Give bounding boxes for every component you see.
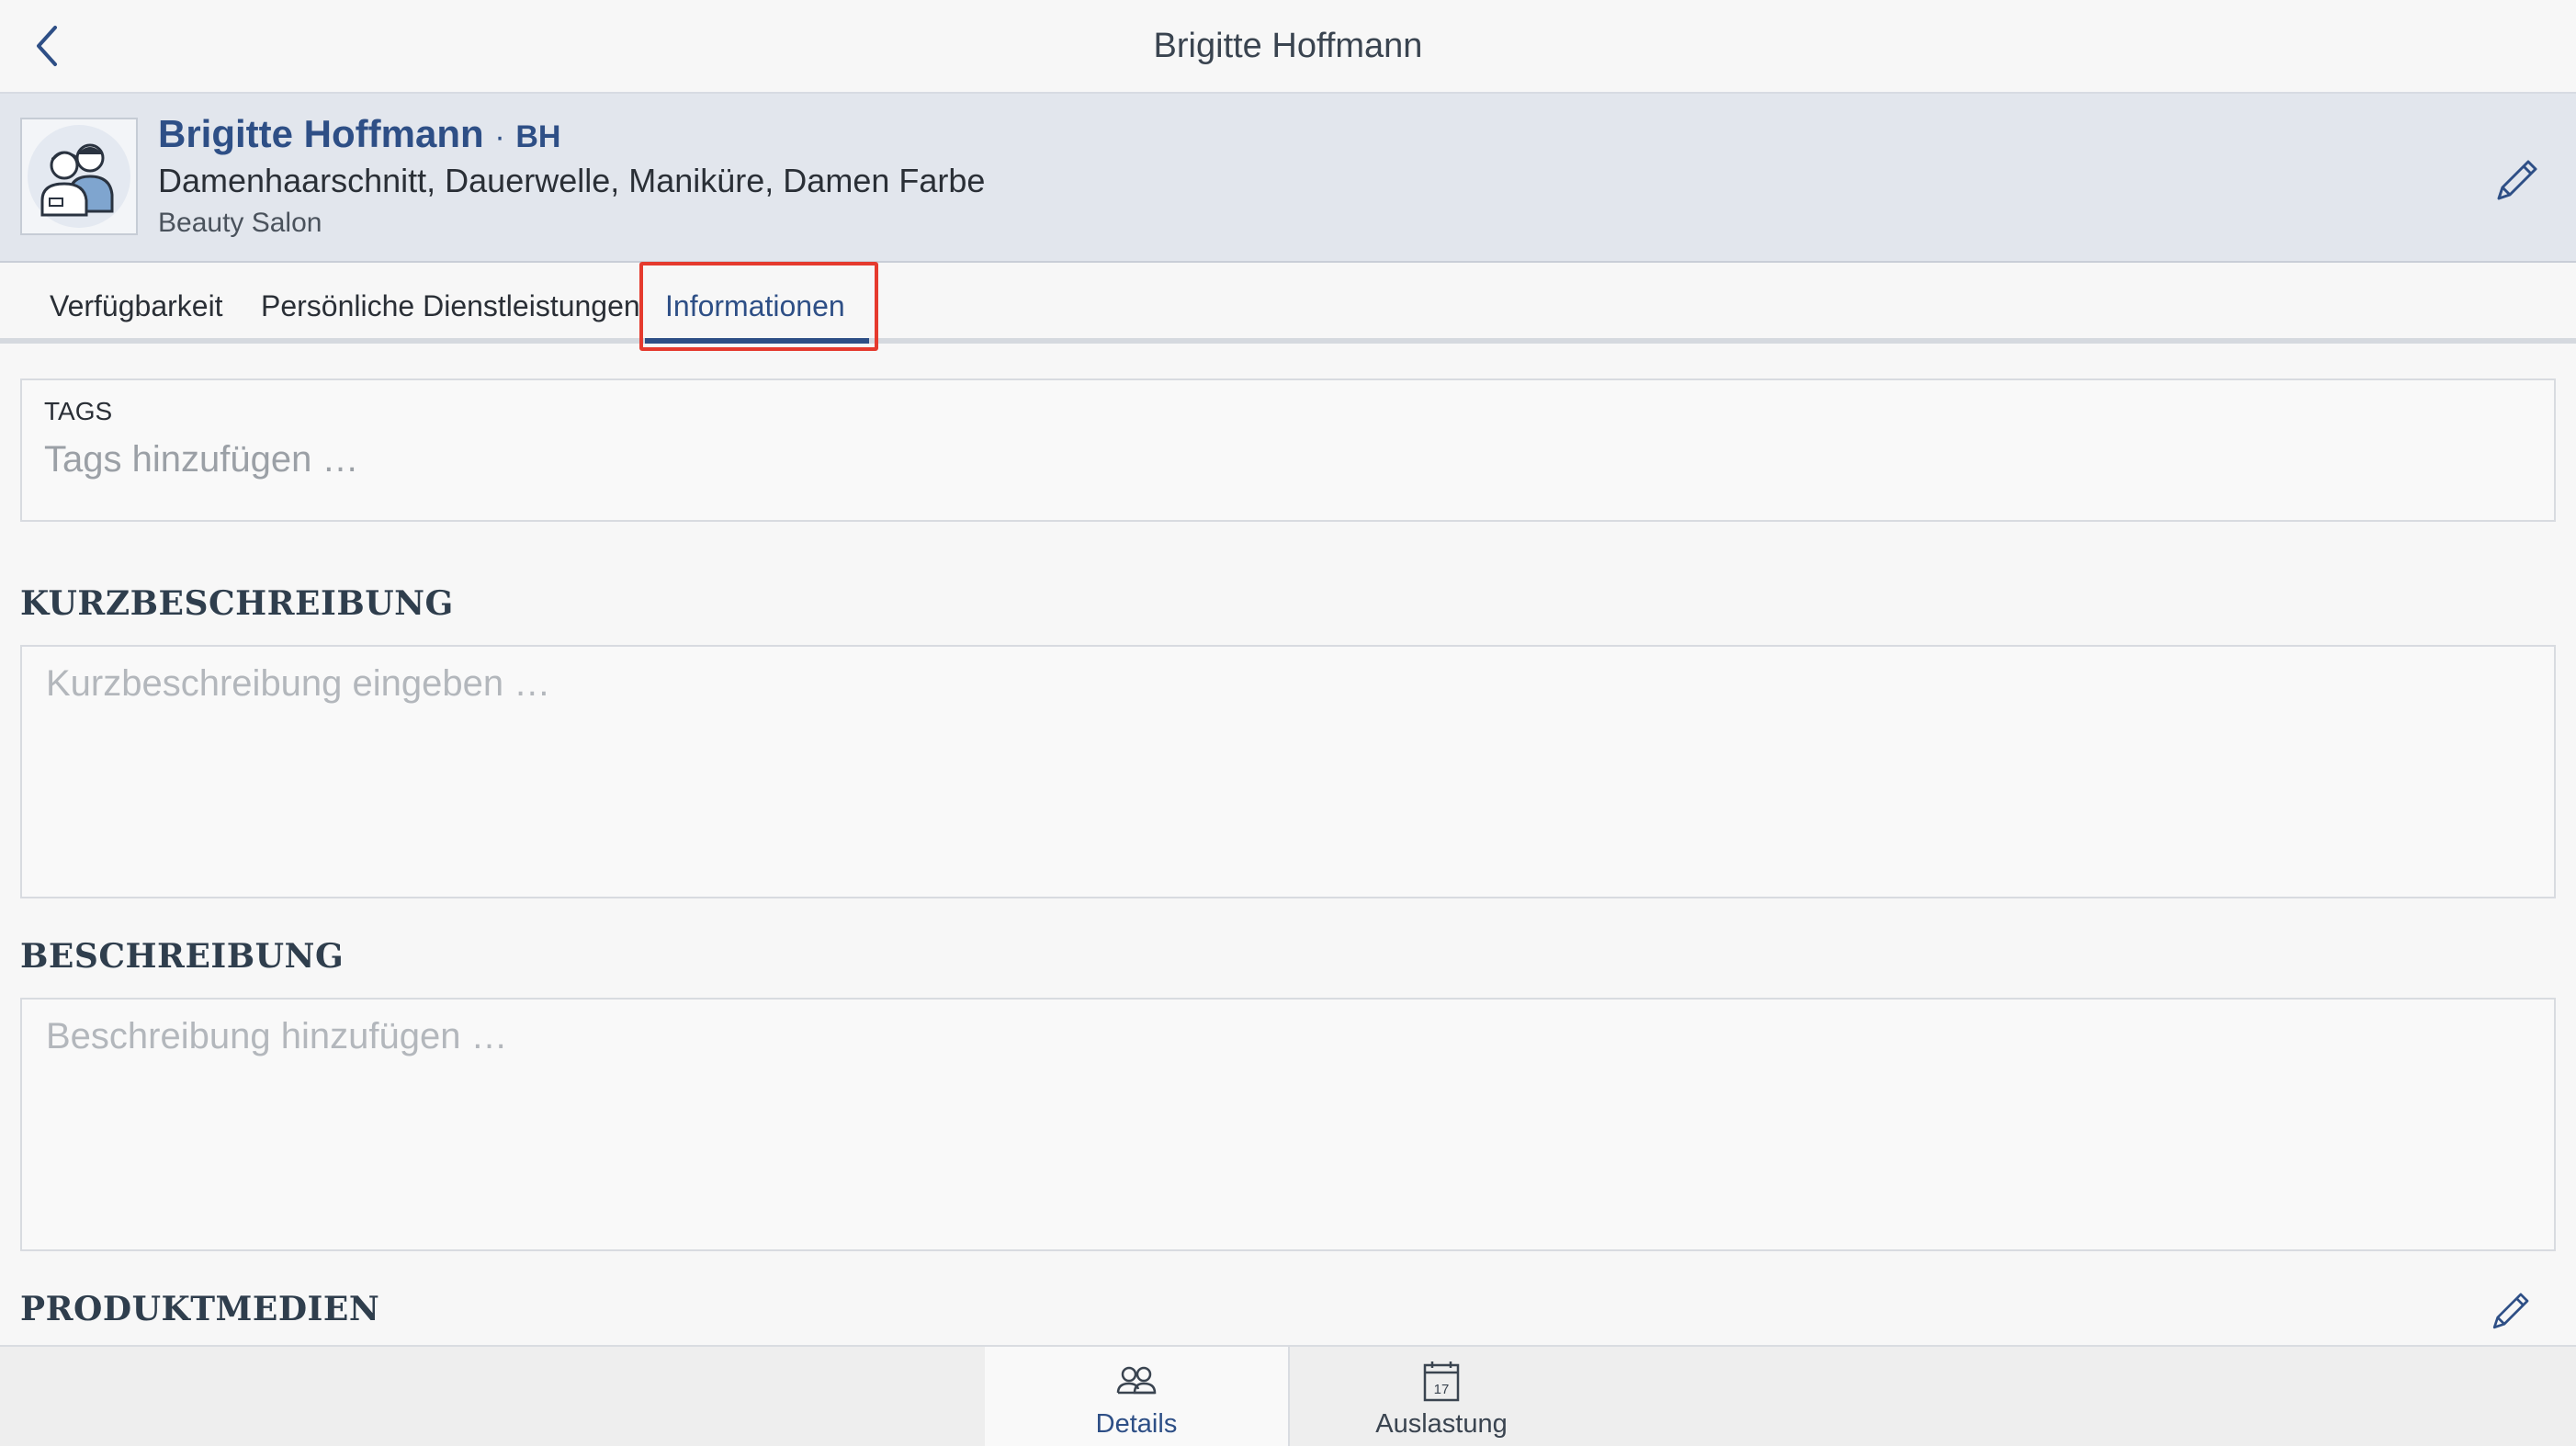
description-placeholder: Beschreibung hinzufügen … — [46, 1016, 508, 1056]
bottom-tab-auslastung[interactable]: 17 Auslastung — [1290, 1347, 1593, 1446]
avatar — [20, 118, 138, 235]
employee-profile-header: Brigitte Hoffmann · BH Damenhaarschnitt,… — [0, 92, 2576, 263]
bottom-tab-auslastung-label: Auslastung — [1375, 1409, 1508, 1439]
calendar-day-number: 17 — [1434, 1382, 1450, 1397]
people-icon — [1116, 1366, 1157, 1395]
chevron-left-icon — [37, 26, 57, 66]
tab-persoenliche-dienstleistungen[interactable]: Persönliche Dienstleistungen — [261, 265, 640, 338]
tags-field[interactable]: TAGS Tags hinzufügen … — [20, 378, 2556, 522]
highlight-annotation — [639, 262, 878, 351]
bottom-navigation: Details 17 Auslastung — [0, 1345, 2576, 1446]
short-description-input[interactable]: Kurzbeschreibung eingeben … — [20, 645, 2556, 898]
pencil-icon — [2497, 160, 2537, 200]
tab-bar: Verfügbarkeit Persönliche Dienstleistung… — [0, 265, 2576, 344]
employee-initials: BH — [515, 119, 561, 154]
top-bar: Brigitte Hoffmann — [0, 0, 2576, 92]
page-title: Brigitte Hoffmann — [1153, 27, 1423, 65]
description-input[interactable]: Beschreibung hinzufügen … — [20, 998, 2556, 1251]
employee-name: Brigitte Hoffmann — [158, 112, 484, 155]
bottom-tab-details[interactable]: Details — [985, 1347, 1288, 1446]
edit-profile-button[interactable] — [2491, 153, 2545, 206]
name-separator: · — [494, 119, 505, 154]
calendar-icon: 17 — [1423, 1361, 1460, 1402]
short-description-placeholder: Kurzbeschreibung eingeben … — [46, 663, 551, 704]
bottom-tab-details-label: Details — [1095, 1409, 1178, 1439]
back-button[interactable] — [24, 20, 75, 72]
tab-verfuegbarkeit[interactable]: Verfügbarkeit — [50, 265, 223, 338]
employee-services: Damenhaarschnitt, Dauerwelle, Maniküre, … — [158, 162, 986, 199]
description-title: BESCHREIBUNG — [20, 937, 345, 976]
short-description-title: KURZBESCHREIBUNG — [20, 584, 454, 623]
tags-input[interactable]: Tags hinzufügen … — [44, 439, 358, 480]
pencil-icon — [2492, 1293, 2529, 1329]
staff-avatar-icon — [28, 125, 130, 228]
employee-salon: Beauty Salon — [158, 208, 322, 238]
tags-label: TAGS — [44, 397, 113, 425]
edit-product-media-button[interactable] — [2488, 1286, 2536, 1334]
product-media-title: PRODUKTMEDIEN — [20, 1290, 380, 1328]
employee-name-line: Brigitte Hoffmann · BH — [158, 112, 560, 156]
